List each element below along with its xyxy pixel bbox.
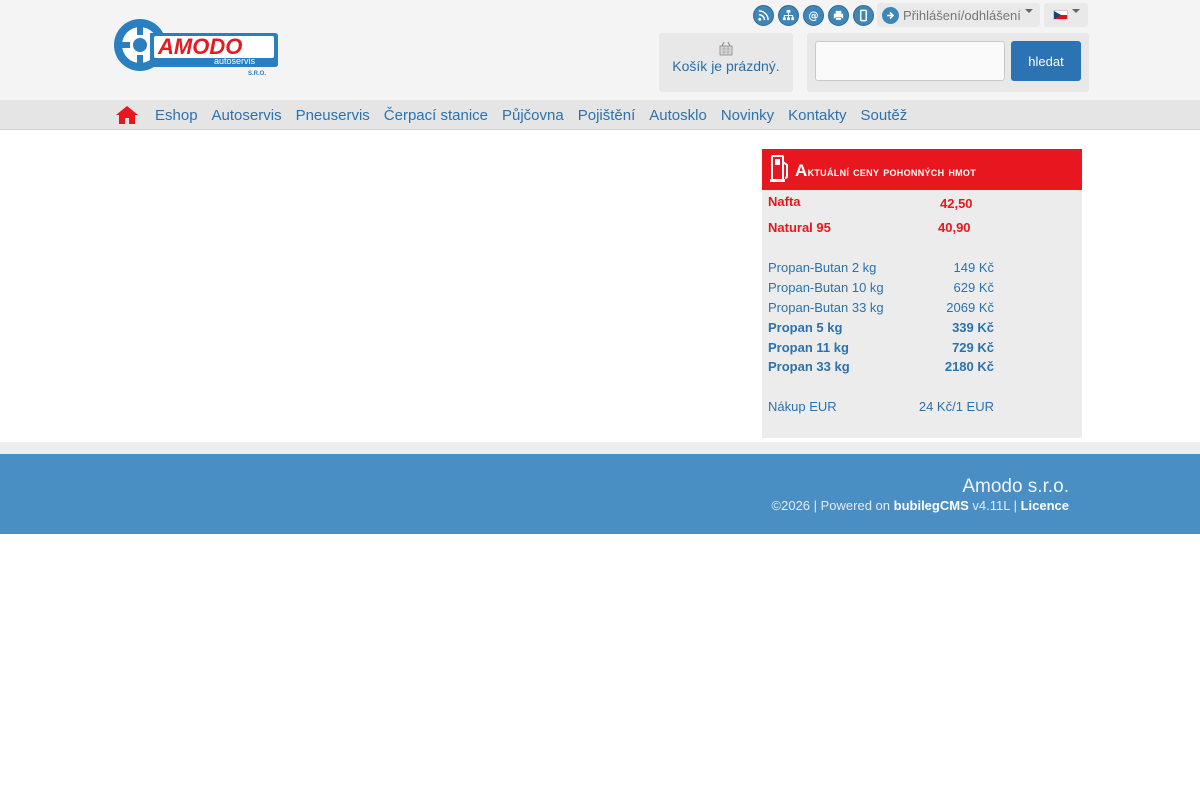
gas-price: 2069 Kč [946,300,994,315]
nav-item-pneuservis[interactable]: Pneuservis [296,107,370,124]
nav-item-eshop[interactable]: Eshop [155,107,198,124]
fuel-pump-icon [770,155,788,182]
fuel-prices-title: Aktuální ceny pohonných hmot [795,161,977,180]
footer-version: v4.11L | [972,498,1017,513]
nav-item-autoservis[interactable]: Autoservis [212,107,282,124]
nav-item-kontakty[interactable]: Kontakty [788,107,846,124]
print-icon[interactable] [828,5,849,26]
cart-icon [719,41,733,56]
chevron-down-icon [1024,9,1033,13]
exchange-label: Nákup EUR [768,399,837,414]
home-icon[interactable] [115,105,139,125]
propan-price: 729 Kč [952,340,994,355]
logo-suffix: S.R.O. [248,71,266,77]
footer-copyright: ©2026 | Powered on [771,498,891,513]
mobile-icon[interactable] [853,5,874,26]
login-label: Přihlášení/odhlášení [903,7,1021,23]
rss-icon[interactable] [753,5,774,26]
fuel-name-nafta: Nafta [768,194,801,209]
propan-price: 339 Kč [952,320,994,335]
gas-name: Propan-Butan 33 kg [768,300,884,315]
chevron-down-icon [1071,9,1080,13]
cart-status-text: Košík je prázdný. [672,58,780,74]
czech-flag-icon [1052,10,1068,20]
cart-widget[interactable]: Košík je prázdný. [659,33,793,92]
login-arrow-icon [882,6,899,24]
nav-item-soutez[interactable]: Soutěž [861,107,908,124]
search-box: hledat [807,33,1089,92]
search-input[interactable] [815,41,1005,81]
exchange-value: 24 Kč/1 EUR [918,399,994,414]
footer-company-name: Amodo s.r.o. [962,476,1069,497]
gas-price: 149 Kč [953,260,994,275]
cms-link[interactable]: bubilegCMS [894,498,969,513]
gas-name: Propan-Butan 10 kg [768,280,884,295]
propan-name: Propan 11 kg [768,340,849,355]
top-icon-bar: @ [753,5,874,26]
fuel-prices-header: Aktuální ceny pohonných hmot [762,149,1082,190]
gas-name: Propan-Butan 2 kg [768,260,877,275]
gas-price: 629 Kč [953,280,994,295]
fuel-price-nafta: 42,50 [940,196,973,211]
login-dropdown[interactable]: Přihlášení/odhlášení [877,3,1040,27]
main-navigation: Eshop Autoservis Pneuservis Čerpací stan… [0,100,1200,130]
nav-item-pujcovna[interactable]: Půjčovna [502,107,564,124]
header: AMODO autoservis S.R.O. @ Přihlášení/odh… [0,0,1200,100]
amodo-logo[interactable]: AMODO autoservis S.R.O. [110,14,280,78]
licence-link[interactable]: Licence [1021,498,1069,513]
nav-item-cerpaci-stanice[interactable]: Čerpací stanice [384,107,488,124]
search-button[interactable]: hledat [1011,41,1081,81]
fuel-prices-panel: Aktuální ceny pohonných hmot Nafta 42,50… [762,149,1082,438]
sitemap-icon[interactable] [778,5,799,26]
nav-item-novinky[interactable]: Novinky [721,107,774,124]
nav-item-autosklo[interactable]: Autosklo [649,107,707,124]
propan-name: Propan 5 kg [768,320,843,335]
footer-credits: ©2026 | Powered on bubilegCMS v4.11L | L… [772,498,1069,513]
email-icon[interactable]: @ [803,5,824,26]
language-dropdown[interactable] [1044,3,1088,27]
fuel-price-natural95: 40,90 [938,220,971,235]
footer: Amodo s.r.o. ©2026 | Powered on bubilegC… [0,454,1200,534]
propan-price: 2180 Kč [944,359,994,374]
nav-item-pojisteni[interactable]: Pojištění [578,107,636,124]
svg-text:@: @ [808,11,818,22]
footer-divider [0,442,1200,454]
fuel-name-natural95: Natural 95 [768,220,831,235]
propan-name: Propan 33 kg [768,359,850,374]
logo-tagline: autoservis [214,56,256,66]
